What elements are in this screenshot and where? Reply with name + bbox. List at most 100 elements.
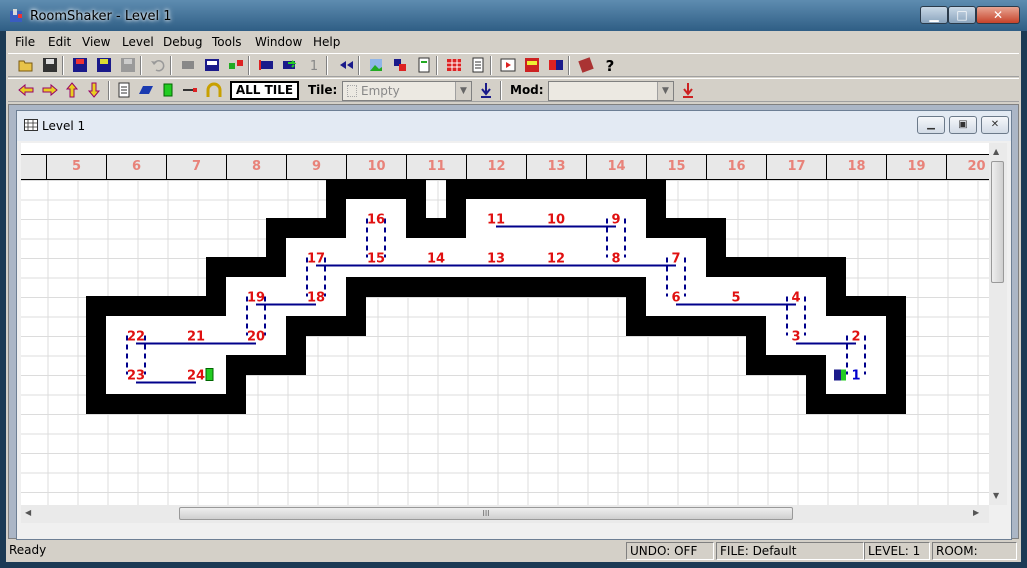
floor-tile-icon[interactable] (138, 82, 154, 98)
room-number: 10 (547, 213, 565, 228)
list-icon[interactable] (470, 57, 486, 73)
maximize-button[interactable]: □ (948, 6, 976, 24)
panel-icon[interactable] (416, 57, 432, 73)
room-number: 22 (127, 330, 145, 345)
main-toolbar: 1 ? (8, 53, 1019, 77)
roomshaker-app-icon (10, 9, 22, 22)
scroll-down-icon[interactable]: ▼ (993, 491, 999, 500)
title-bar[interactable]: RoomShaker - Level 1 ▁ □ ✕ (0, 0, 1027, 31)
scroll-right-icon[interactable]: ▶ (973, 508, 979, 517)
level-map-canvas[interactable]: 5 6 7 8 9 10 11 12 13 14 15 16 17 18 19 20 1 2 3 4 5 6 7 8 9 10 1… (21, 143, 989, 505)
mdi-area: Level 1 ▁ ▣ ✕ 5 6 7 8 9 10 11 12 13 14 15 16 17 18 19 2… (8, 104, 1019, 540)
toolbar-separator (62, 56, 64, 75)
vertical-scroll-thumb[interactable] (991, 161, 1004, 283)
menu-tools[interactable]: Tools (212, 35, 242, 49)
room-number: 20 (247, 330, 265, 345)
menu-window[interactable]: Window (255, 35, 302, 49)
svg-text:?: ? (606, 57, 615, 73)
arrow-down-icon[interactable] (86, 82, 102, 98)
child-close-button[interactable]: ✕ (981, 116, 1009, 134)
dosbox-icon[interactable] (524, 57, 540, 73)
delete-room-icon[interactable] (180, 57, 196, 73)
chevron-down-icon[interactable]: ▼ (455, 82, 471, 100)
vertical-scrollbar[interactable]: ▲ ▼ (989, 143, 1007, 505)
status-ready: Ready (9, 543, 47, 557)
svg-text:1: 1 (310, 59, 318, 73)
run-level-icon[interactable] (548, 57, 564, 73)
toolbar-separator (140, 56, 142, 75)
arrow-left-icon[interactable] (18, 82, 34, 98)
menu-view[interactable]: View (82, 35, 110, 49)
room-number: 24 (187, 369, 205, 384)
save-icon[interactable] (42, 57, 58, 73)
status-undo: UNDO: OFF (626, 542, 714, 560)
menu-edit[interactable]: Edit (48, 35, 71, 49)
menu-debug[interactable]: Debug (163, 35, 202, 49)
start-door-icon (841, 369, 846, 381)
room-links-icon[interactable] (228, 57, 244, 73)
manual-book-icon[interactable] (578, 57, 594, 73)
mod-select[interactable]: ▼ (548, 81, 674, 101)
save-blue-icon[interactable] (72, 57, 88, 73)
arrow-right-icon[interactable] (42, 82, 58, 98)
menu-level[interactable]: Level (122, 35, 154, 49)
horizontal-scroll-thumb[interactable]: III (179, 507, 793, 520)
room-properties-icon[interactable] (204, 57, 220, 73)
number-one-icon[interactable]: 1 (306, 57, 322, 73)
pillar-tile-icon[interactable] (160, 82, 176, 98)
room-number: 7 (671, 252, 680, 267)
toolbar-separator (490, 56, 492, 75)
chevron-down-icon[interactable]: ▼ (657, 82, 673, 100)
room-number: 3 (791, 330, 800, 345)
level-child-window: Level 1 ▁ ▣ ✕ 5 6 7 8 9 10 11 12 13 14 15 16 17 18 19 2… (16, 110, 1012, 540)
arrow-up-icon[interactable] (64, 82, 80, 98)
empty-tile-icon (347, 85, 357, 97)
play-icon[interactable] (500, 57, 516, 73)
minimize-button[interactable]: ▁ (920, 6, 948, 24)
room-number: 1 (851, 369, 860, 384)
all-tile-button[interactable]: ALL TILE (230, 81, 299, 100)
toolbar-separator (436, 56, 438, 75)
torch-tile-icon[interactable] (182, 82, 198, 98)
child-restore-button[interactable]: ▣ (949, 116, 977, 134)
toolbar-separator (568, 56, 570, 75)
rewind-icon[interactable] (338, 57, 354, 73)
room-map[interactable]: 1234567891011121314151617181920212223 24 (21, 143, 989, 505)
toolbar-separator (326, 56, 328, 75)
close-button[interactable]: ✕ (976, 6, 1020, 24)
child-minimize-button[interactable]: ▁ (917, 116, 945, 134)
link-right-icon[interactable] (282, 57, 298, 73)
link-left-icon[interactable] (258, 57, 274, 73)
tile-select[interactable]: Empty ▼ (342, 81, 472, 101)
tile-select-value: Empty (361, 84, 400, 98)
menu-help[interactable]: Help (313, 35, 340, 49)
save-all-icon[interactable] (96, 57, 112, 73)
child-title-bar[interactable]: Level 1 ▁ ▣ ✕ (17, 111, 1011, 141)
room-number: 9 (611, 213, 620, 228)
page-icon[interactable] (116, 82, 132, 98)
toolbar-separator (170, 56, 172, 75)
arch-tile-icon[interactable] (206, 82, 222, 98)
grid-document-icon (24, 119, 38, 131)
status-file: FILE: Default (716, 542, 864, 560)
open-folder-icon[interactable] (18, 57, 34, 73)
scroll-up-icon[interactable]: ▲ (993, 147, 999, 156)
image-tool-icon[interactable] (368, 57, 384, 73)
apply-tile-icon[interactable] (478, 82, 494, 98)
status-level: LEVEL: 1 (864, 542, 930, 560)
client-area: File Edit View Level Debug Tools Window … (6, 31, 1021, 562)
status-bar: Ready UNDO: OFF FILE: Default LEVEL: 1 R… (6, 540, 1021, 562)
tile-label: Tile: (308, 83, 338, 97)
room-number: 11 (487, 213, 505, 228)
room-number: 12 (547, 252, 565, 267)
scroll-left-icon[interactable]: ◀ (25, 508, 31, 517)
room-number: 17 (307, 252, 325, 267)
menu-file[interactable]: File (15, 35, 35, 49)
room-number: 15 (367, 252, 385, 267)
help-question-icon[interactable]: ? (602, 57, 618, 73)
horizontal-scrollbar[interactable]: ◀ III ▶ (21, 505, 989, 523)
save-disabled-icon (121, 58, 135, 72)
grid-red-icon[interactable] (446, 57, 462, 73)
apply-mod-icon[interactable] (680, 82, 696, 98)
graphics-icon[interactable] (392, 57, 408, 73)
